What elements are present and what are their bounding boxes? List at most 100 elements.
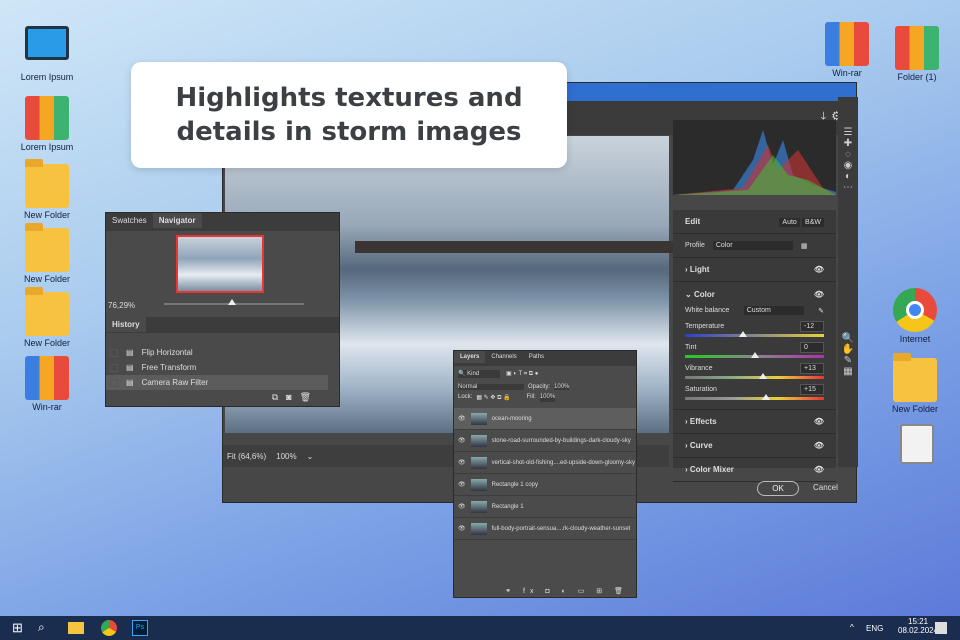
tab-swatches[interactable]: Swatches: [106, 213, 153, 228]
slider-value-input[interactable]: 0: [800, 342, 824, 353]
zoom-icon[interactable]: 🔍: [838, 333, 858, 344]
fit-zoom-button[interactable]: Fit (64,6%): [227, 452, 266, 461]
history-doc-icon: ▤: [126, 363, 134, 372]
visibility-eye-icon[interactable]: 👁: [458, 415, 466, 422]
desktop-icon-computer[interactable]: Lorem Ipsum: [12, 26, 82, 82]
zoom-100-button[interactable]: 100%: [276, 452, 296, 461]
slider-thumb[interactable]: [761, 394, 770, 400]
slider-value-input[interactable]: +13: [800, 363, 824, 374]
auto-button[interactable]: Auto: [779, 218, 800, 227]
more-icon[interactable]: ⋯: [838, 182, 858, 193]
visibility-eye-icon[interactable]: 👁: [458, 525, 466, 532]
adjustment-slider[interactable]: [685, 352, 824, 358]
eyedropper-icon[interactable]: ✎: [838, 355, 858, 366]
windows-start-icon[interactable]: ⊞: [12, 620, 23, 636]
headline-callout: Highlights textures and details in storm …: [131, 62, 567, 168]
light-section[interactable]: › Light 👁: [673, 258, 836, 282]
grid-icon[interactable]: ▦: [838, 366, 858, 377]
tray-chevron-icon[interactable]: ^: [850, 623, 854, 632]
desktop-icon-folder[interactable]: New Folder: [880, 353, 950, 414]
desktop-icon-binders[interactable]: Lorem Ipsum: [12, 96, 82, 152]
icon-label: New Folder: [23, 274, 70, 284]
visibility-eye-icon[interactable]: 👁: [458, 503, 466, 510]
history-item[interactable]: ▤ Flip Horizontal: [106, 345, 328, 360]
eye-icon[interactable]: 👁: [814, 290, 824, 299]
ok-button[interactable]: OK: [757, 481, 799, 496]
tab-paths[interactable]: Paths: [523, 351, 550, 363]
visibility-eye-icon[interactable]: 👁: [458, 481, 466, 488]
navigator-zoom-value[interactable]: 76,29%: [108, 301, 135, 310]
recycle-bin-icon[interactable]: [900, 424, 934, 464]
new-snapshot-icon[interactable]: ⧉: [272, 392, 286, 402]
language-indicator[interactable]: ENG: [866, 624, 883, 633]
opacity-input[interactable]: 100%: [554, 384, 570, 390]
layer-row[interactable]: 👁 Rectangle 1 copy: [454, 474, 636, 496]
blend-mode-select[interactable]: Normal: [458, 384, 524, 390]
healing-icon[interactable]: ✚: [838, 138, 858, 149]
profile-browser-icon[interactable]: ▦: [801, 242, 808, 250]
adjustment-slider[interactable]: [685, 394, 824, 400]
tab-navigator[interactable]: Navigator: [152, 213, 202, 228]
redeye-icon[interactable]: ◉: [838, 160, 858, 171]
bw-button[interactable]: B&W: [802, 218, 824, 227]
desktop-icon-folder[interactable]: New Folder: [12, 159, 82, 220]
history-item[interactable]: ▤ Free Transform: [106, 360, 328, 375]
adjustment-slider[interactable]: [685, 331, 824, 337]
trash-icon[interactable]: 🗑: [300, 392, 319, 402]
presets-icon[interactable]: ◐: [838, 171, 858, 182]
desktop-icon-folder[interactable]: New Folder: [12, 223, 82, 284]
sliders-icon[interactable]: ☰: [838, 127, 858, 138]
chrome-icon[interactable]: [101, 620, 117, 636]
icon-label: Internet: [899, 334, 931, 344]
desktop-icon-folder[interactable]: New Folder: [12, 287, 82, 348]
curve-section[interactable]: › Curve 👁: [673, 434, 836, 458]
desktop-icon-winrar[interactable]: Win-rar: [12, 356, 82, 412]
chevron-down-icon[interactable]: ⌄: [307, 452, 314, 461]
clock[interactable]: 15:21 08.02.2024: [898, 617, 938, 635]
profile-select[interactable]: Color: [712, 241, 793, 250]
layer-name: ocean-mooring: [491, 415, 532, 422]
effects-section[interactable]: › Effects 👁: [673, 410, 836, 434]
slider-value-input[interactable]: +15: [800, 384, 824, 395]
taskbar: ⊞ ⌕ Ps ^ ENG 15:21 08.02.2024: [0, 616, 960, 640]
tab-history[interactable]: History: [106, 317, 146, 332]
hand-icon[interactable]: ✋: [838, 344, 858, 355]
filter-icons[interactable]: ▣ ◐ T ⌗ ⧉ ●: [506, 370, 538, 378]
slider-thumb[interactable]: [739, 331, 748, 337]
eye-icon[interactable]: 👁: [814, 265, 824, 274]
tab-channels[interactable]: Channels: [485, 351, 522, 363]
cancel-button[interactable]: Cancel: [813, 483, 838, 492]
desktop-icon-folder-1[interactable]: Folder (1): [882, 26, 952, 82]
adjustment-slider[interactable]: [685, 373, 824, 379]
white-balance-select[interactable]: Custom: [743, 306, 804, 315]
desktop-icon-internet[interactable]: Internet: [880, 288, 950, 344]
color-mixer-section[interactable]: › Color Mixer 👁: [673, 458, 836, 482]
layer-actions[interactable]: ⚭ fx ◘ ◐ ▭ ⊞ 🗑: [505, 587, 628, 595]
photoshop-icon[interactable]: Ps: [132, 620, 148, 636]
navigator-zoom-slider[interactable]: [164, 299, 304, 305]
history-item[interactable]: ▤ Camera Raw Filter: [106, 375, 328, 390]
kind-filter[interactable]: 🔍 Kind: [458, 370, 500, 378]
visibility-eye-icon[interactable]: 👁: [458, 459, 466, 466]
notification-icon[interactable]: [935, 622, 947, 634]
visibility-eye-icon[interactable]: 👁: [458, 437, 466, 444]
layer-row[interactable]: 👁 ocean-mooring: [454, 408, 636, 430]
layer-row[interactable]: 👁 stone-road-surrounded-by-buildings-dark…: [454, 430, 636, 452]
slider-thumb[interactable]: [758, 373, 767, 379]
eyedropper-icon[interactable]: ✎: [818, 307, 824, 315]
slider-value-input[interactable]: -12: [800, 321, 824, 332]
tab-layers[interactable]: Layers: [454, 351, 486, 363]
lock-icons[interactable]: ▦ ✎ ✥ ⧉ 🔒: [476, 394, 510, 402]
fill-input[interactable]: 100%: [539, 394, 556, 402]
mask-icon[interactable]: ◌: [838, 149, 858, 160]
camera-icon[interactable]: ◙: [286, 392, 299, 402]
search-icon[interactable]: ⌕: [38, 620, 45, 635]
layer-row[interactable]: 👁 vertical-shot-old-fishing....ed-upside-…: [454, 452, 636, 474]
color-section-header[interactable]: ⌄ Color 👁: [673, 282, 836, 306]
layer-row[interactable]: 👁 full-body-portrait-sensua....rk-cloudy-…: [454, 518, 636, 540]
navigator-preview[interactable]: [176, 235, 264, 293]
file-explorer-icon[interactable]: [68, 622, 84, 634]
desktop-icon-winrar[interactable]: Win-rar: [812, 22, 882, 78]
layer-row[interactable]: 👁 Rectangle 1: [454, 496, 636, 518]
slider-thumb[interactable]: [750, 352, 759, 358]
